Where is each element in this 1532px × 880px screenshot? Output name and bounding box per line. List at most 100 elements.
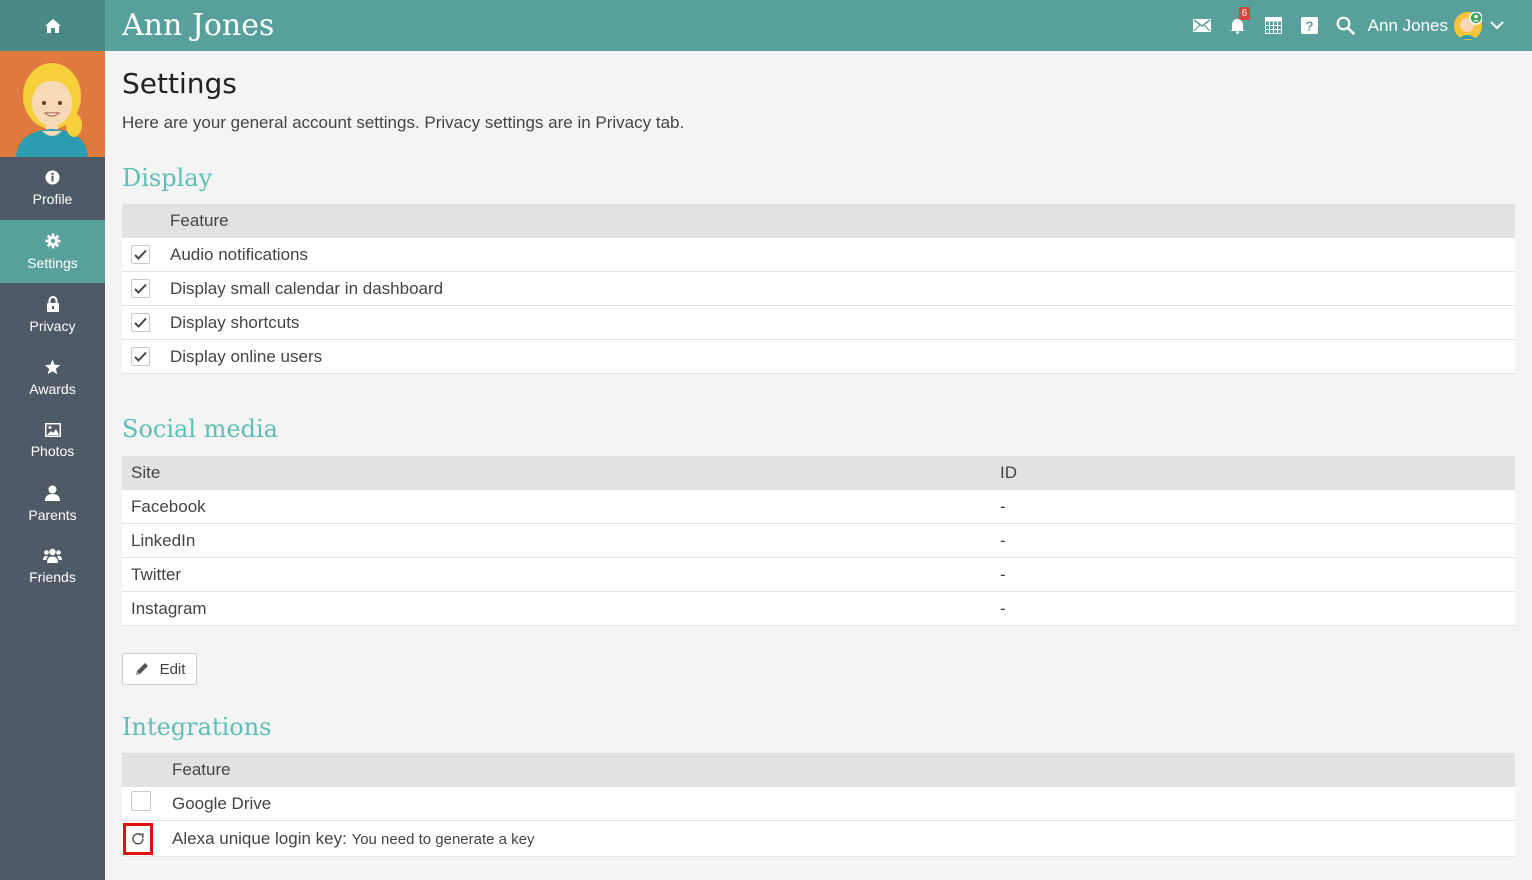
- site-cell: LinkedIn: [122, 523, 1000, 558]
- id-cell: -: [1000, 557, 1515, 592]
- sidebar-item-awards[interactable]: Awards: [0, 346, 105, 409]
- audio-notifications-checkbox[interactable]: [131, 244, 150, 264]
- feature-column-header: Feature: [172, 753, 1515, 787]
- table-row: Facebook -: [122, 490, 1515, 524]
- top-bar: Ann Jones 6 ? Ann Jones: [0, 0, 1532, 51]
- edit-button-label: Edit: [159, 660, 186, 678]
- display-table: Feature Audio notifications Display smal…: [122, 204, 1515, 374]
- feature-label: Audio notifications: [170, 238, 1515, 272]
- image-icon: [44, 422, 61, 437]
- google-drive-checkbox[interactable]: [131, 791, 151, 811]
- gear-icon: [45, 233, 60, 248]
- table-row: Audio notifications: [122, 238, 1515, 272]
- search-icon: [1336, 16, 1355, 35]
- chevron-down-icon: [1490, 21, 1504, 30]
- top-icons: 6 ? Ann Jones: [1184, 0, 1512, 51]
- user-icon: [45, 485, 60, 501]
- sidebar-item-settings[interactable]: Settings: [0, 220, 105, 283]
- notification-badge: 6: [1238, 7, 1251, 20]
- user-avatar[interactable]: [1454, 10, 1483, 40]
- table-row: LinkedIn -: [122, 523, 1515, 558]
- feature-label: Display shortcuts: [170, 305, 1515, 340]
- table-header: Site ID: [122, 456, 1515, 490]
- id-column-header: ID: [1000, 456, 1515, 490]
- avatar-icon: [1454, 10, 1483, 40]
- feature-label: Google Drive: [172, 787, 1515, 821]
- sidebar-item-label: Awards: [29, 380, 76, 397]
- sidebar-item-label: Privacy: [29, 317, 76, 334]
- home-icon: [44, 18, 61, 33]
- sidebar-item-label: Profile: [32, 191, 73, 207]
- site-cell: Facebook: [122, 490, 1000, 524]
- user-name-menu[interactable]: Ann Jones: [1368, 16, 1448, 36]
- social-media-table: Site ID Facebook - LinkedIn - Twitter - …: [122, 456, 1515, 626]
- integrations-table: Feature Google Drive Alexa unique login …: [122, 753, 1515, 857]
- avatar-illustration: [0, 51, 105, 157]
- feature-label: Display online users: [170, 339, 1515, 374]
- check-icon: [134, 283, 147, 294]
- table-row: Twitter -: [122, 557, 1515, 592]
- generate-key-button[interactable]: [123, 822, 153, 855]
- sidebar-item-label: Photos: [30, 442, 75, 459]
- integrations-section-title: Integrations: [122, 713, 272, 741]
- svg-text:?: ?: [1306, 19, 1314, 34]
- id-cell: -: [1000, 591, 1515, 626]
- table-header: Feature: [122, 753, 1515, 787]
- shortcuts-checkbox[interactable]: [131, 312, 150, 332]
- table-row: Google Drive: [122, 787, 1515, 821]
- page-intro: Here are your general account settings. …: [122, 113, 685, 132]
- pencil-icon: [135, 663, 148, 675]
- social-media-section-title: Social media: [122, 415, 278, 443]
- table-header: Feature: [122, 204, 1515, 238]
- refresh-icon: [132, 832, 144, 845]
- help-button[interactable]: ?: [1292, 0, 1328, 51]
- info-icon: [45, 170, 60, 185]
- sidebar-item-photos[interactable]: Photos: [0, 409, 105, 472]
- search-button[interactable]: [1328, 0, 1364, 51]
- mail-button[interactable]: [1184, 0, 1220, 51]
- user-menu-toggle[interactable]: [1482, 0, 1512, 51]
- sidebar-item-label: Friends: [29, 569, 76, 585]
- mail-icon: [1192, 19, 1211, 32]
- alexa-key-note: You need to generate a key: [351, 830, 535, 848]
- sidebar-item-privacy[interactable]: Privacy: [0, 283, 105, 346]
- calendar-icon: [1265, 17, 1283, 34]
- sidebar-item-profile[interactable]: Profile: [0, 157, 105, 220]
- notifications-button[interactable]: 6: [1220, 0, 1256, 51]
- page-title: Settings: [122, 67, 237, 100]
- site-cell: Twitter: [122, 557, 1000, 592]
- table-row: Alexa unique login key: You need to gene…: [122, 820, 1515, 857]
- alexa-key-label: Alexa unique login key:: [172, 828, 347, 848]
- sidebar-item-parents[interactable]: Parents: [0, 472, 105, 535]
- profile-avatar[interactable]: [0, 51, 105, 157]
- sidebar-item-label: Settings: [27, 254, 78, 271]
- star-icon: [44, 359, 61, 374]
- feature-column-header: Feature: [170, 204, 1515, 238]
- users-icon: [43, 548, 62, 563]
- calendar-button[interactable]: [1256, 0, 1292, 51]
- table-row: Display shortcuts: [122, 305, 1515, 340]
- check-icon: [134, 351, 147, 362]
- id-cell: -: [1000, 523, 1515, 558]
- id-cell: -: [1000, 490, 1515, 524]
- display-section-title: Display: [122, 164, 213, 192]
- checkbox-column-header: [122, 753, 172, 787]
- edit-social-media-button[interactable]: Edit: [122, 653, 197, 685]
- help-icon: ?: [1301, 17, 1319, 34]
- home-button[interactable]: [0, 0, 105, 51]
- lock-icon: [46, 295, 59, 312]
- table-row: Instagram -: [122, 591, 1515, 626]
- check-icon: [134, 317, 147, 328]
- small-calendar-checkbox[interactable]: [131, 278, 150, 298]
- check-icon: [134, 249, 147, 260]
- sidebar: Profile Settings Privacy Awards Photos P…: [0, 51, 105, 880]
- feature-label: Display small calendar in dashboard: [170, 271, 1515, 306]
- site-cell: Instagram: [122, 591, 1000, 626]
- table-row: Display small calendar in dashboard: [122, 271, 1515, 306]
- sidebar-item-friends[interactable]: Friends: [0, 535, 105, 598]
- sidebar-item-label: Parents: [28, 506, 77, 523]
- app-title: Ann Jones: [122, 8, 275, 43]
- checkbox-column-header: [122, 204, 170, 238]
- site-column-header: Site: [122, 456, 1000, 490]
- online-users-checkbox[interactable]: [131, 346, 150, 366]
